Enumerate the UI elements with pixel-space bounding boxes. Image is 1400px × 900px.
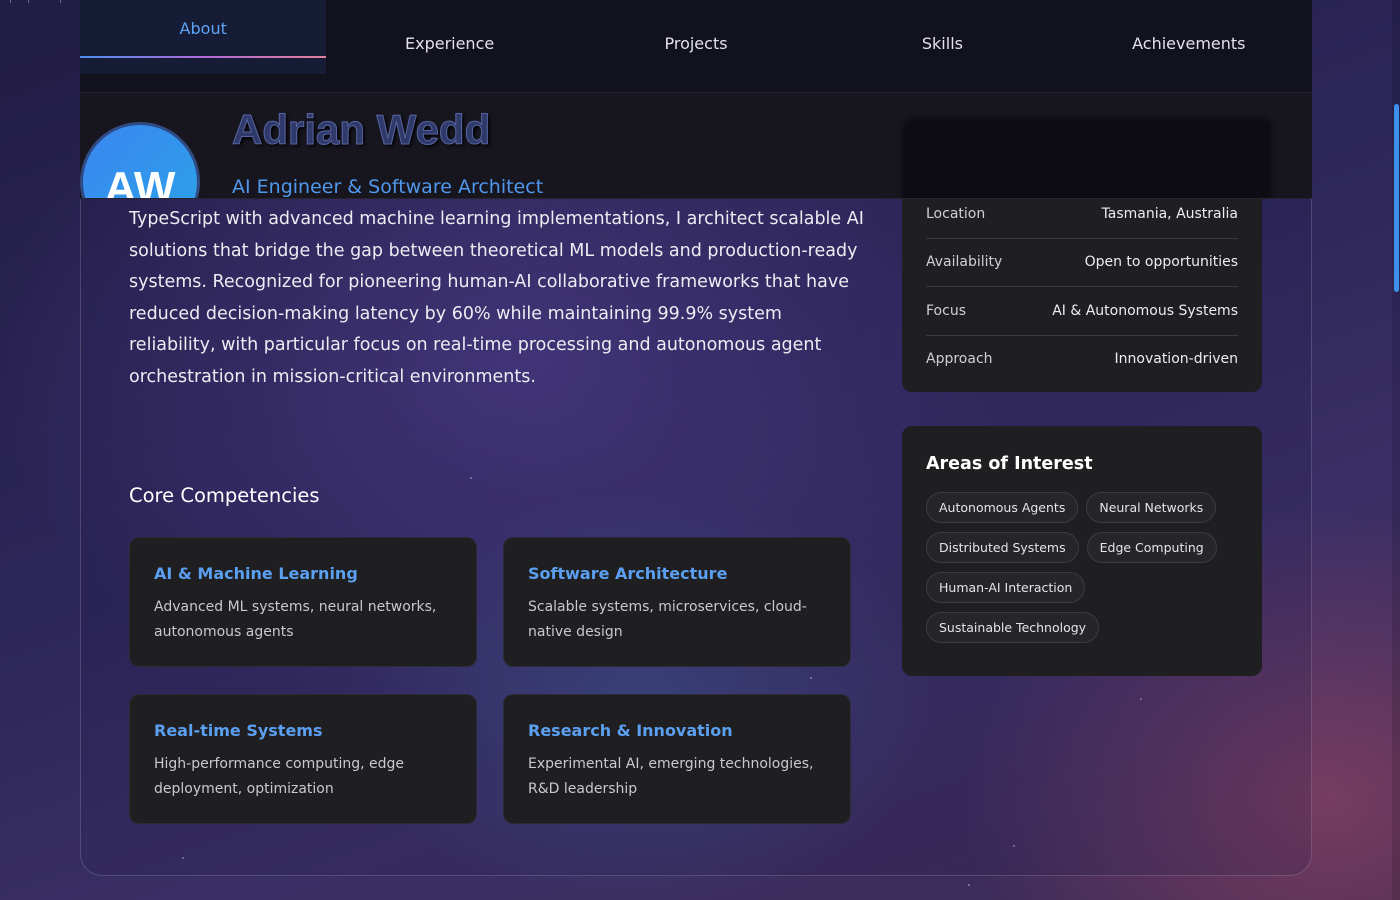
tab-about[interactable]: About [80,0,327,74]
fact-value: Innovation-driven [1114,351,1238,368]
page-scrollbar[interactable] [1392,0,1400,900]
interest-chip[interactable]: Edge Computing [1086,532,1217,563]
fact-value: Tasmania, Australia [1101,205,1239,222]
competency-title: AI & Machine Learning [154,564,358,583]
tab-experience[interactable]: Experience [326,0,572,92]
section-nav: About Experience Projects Skills Achieve… [80,0,1312,92]
star-dot [968,884,970,886]
competency-title: Research & Innovation [528,721,733,740]
competency-title: Software Architecture [528,564,728,583]
interest-chip[interactable]: Distributed Systems [926,532,1079,563]
competency-desc: Scalable systems, microservices, cloud-n… [528,599,807,640]
competency-card-research: Research & Innovation Experimental AI, e… [503,694,851,824]
interest-chip[interactable]: Sustainable Technology [926,612,1100,643]
fact-value: Open to opportunities [1084,254,1238,271]
competency-desc: Advanced ML systems, neural networks, au… [154,599,437,640]
tab-projects[interactable]: Projects [573,0,819,92]
fact-label: Availability [926,254,1003,271]
interests-heading: Areas of Interest [926,454,1093,474]
competency-card-realtime: Real-time Systems High-performance compu… [129,694,477,824]
interest-chip[interactable]: Human-AI Interaction [926,572,1086,603]
profile-header: AW Adrian Wedd AI Engineer & Software Ar… [80,92,1312,199]
competency-card-architecture: Software Architecture Scalable systems, … [503,537,851,667]
competency-card-ai-ml: AI & Machine Learning Advanced ML system… [129,537,477,667]
competency-desc: Experimental AI, emerging technologies, … [528,756,814,797]
bio-paragraph: TypeScript with advanced machine learnin… [129,209,864,387]
avatar: AW [80,122,200,198]
profile-name: Adrian Wedd [231,106,491,154]
tab-skills[interactable]: Skills [819,0,1065,92]
interests-panel: Areas of Interest Autonomous Agents Neur… [902,426,1262,676]
fact-row-availability: Availability Open to opportunities [926,239,1238,287]
fact-value: AI & Autonomous Systems [1052,302,1238,319]
interest-chip[interactable]: Neural Networks [1086,492,1217,523]
tab-achievements[interactable]: Achievements [1066,0,1312,92]
fact-row-focus: Focus AI & Autonomous Systems [926,287,1238,336]
interest-chip-list: Autonomous Agents Neural Networks Distri… [926,492,1226,643]
fact-label: Location [926,205,986,222]
fact-label: Focus [926,302,966,319]
competency-title: Real-time Systems [154,721,323,740]
profile-role: AI Engineer & Software Architect [232,176,544,198]
scrollbar-thumb[interactable] [1394,104,1399,292]
fact-row-approach: Approach Innovation-driven [926,336,1238,384]
fact-label: Approach [926,351,993,368]
competencies-heading: Core Competencies [129,484,320,507]
header-side-panel [902,118,1272,198]
quick-facts-panel: Location Tasmania, Australia Availabilit… [902,190,1262,392]
interest-chip[interactable]: Autonomous Agents [926,492,1079,523]
competency-desc: High-performance computing, edge deploym… [154,756,405,797]
